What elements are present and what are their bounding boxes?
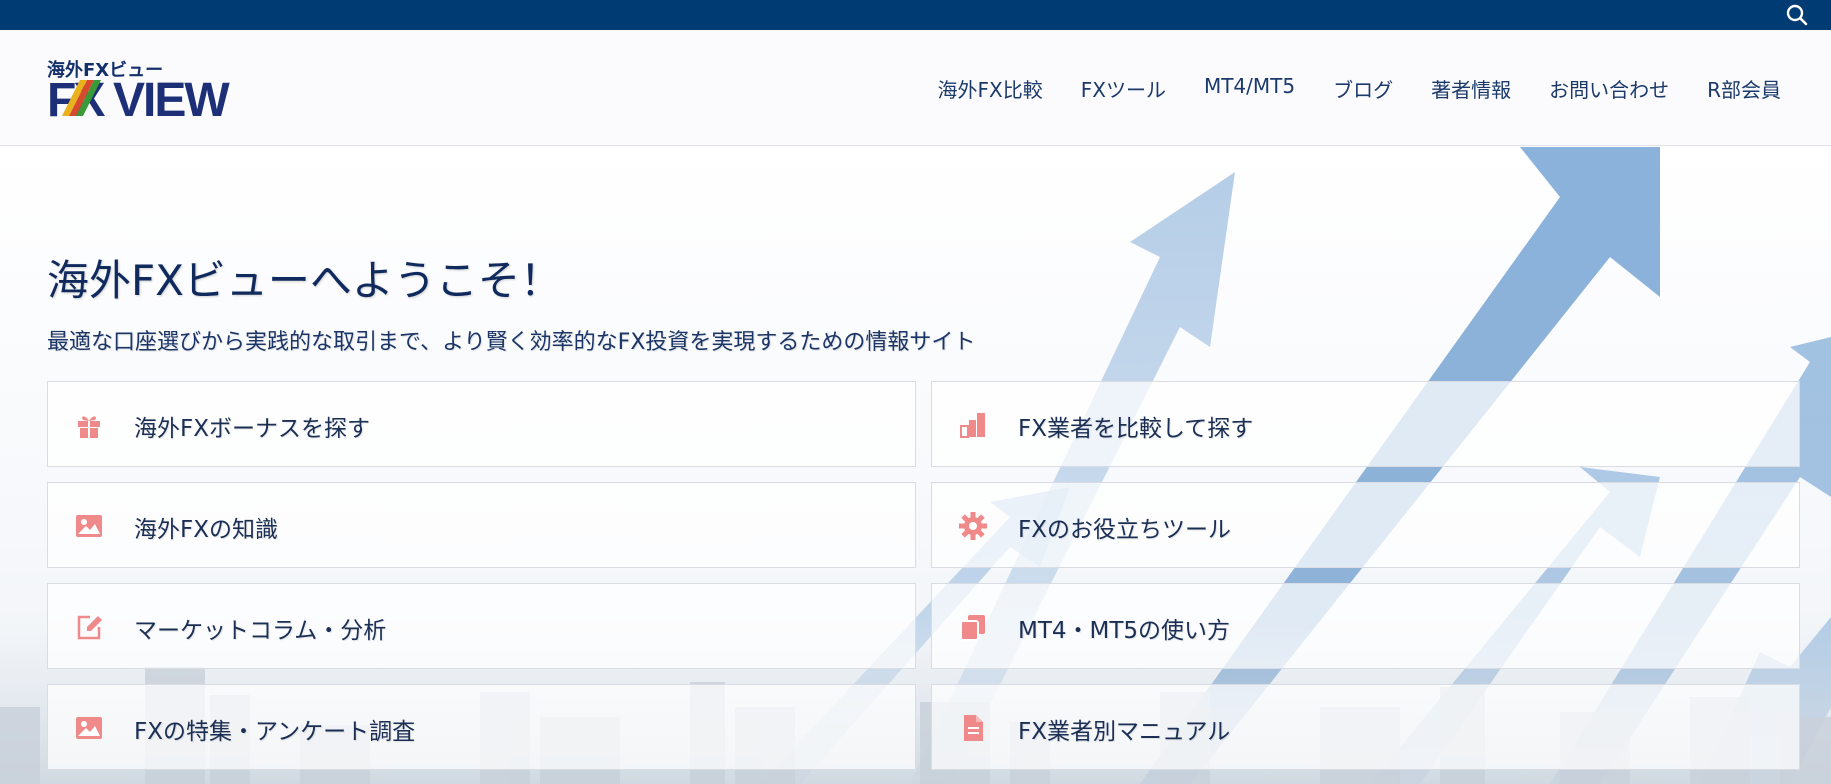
nav-item-overseas-fx-compare[interactable]: 海外FX比較 — [938, 74, 1043, 103]
image-icon — [76, 717, 102, 739]
document-icon — [964, 715, 983, 741]
bar-chart-icon — [960, 413, 985, 438]
menu-card-label: FXのお役立ちツール — [1018, 517, 1231, 543]
image-icon — [76, 515, 102, 537]
menu-card-label: マーケットコラム・分析 — [134, 618, 387, 644]
menu-card-broker-manual[interactable]: FX業者別マニュアル — [931, 684, 1800, 770]
menu-card-label: FXの特集・アンケート調査 — [134, 719, 416, 745]
menu-card-features-survey[interactable]: FXの特集・アンケート調査 — [47, 684, 916, 770]
search-icon[interactable] — [1785, 3, 1809, 27]
nav-item-mt4-mt5[interactable]: MT4/MT5 — [1204, 74, 1295, 103]
menu-card-label: MT4・MT5の使い方 — [1018, 618, 1231, 644]
menu-card-label: FX業者別マニュアル — [1018, 719, 1231, 745]
gift-icon — [78, 416, 100, 438]
hero-section: 海外FXビューへようこそ！ 最適な口座選びから実践的な取引まで、より賢く効率的な… — [0, 147, 1831, 784]
menu-card-market-column[interactable]: マーケットコラム・分析 — [47, 583, 916, 669]
svg-text:VIEW: VIEW — [113, 74, 230, 120]
menu-card-mt4-mt5[interactable]: MT4・MT5の使い方 — [931, 583, 1800, 669]
menu-card-knowledge[interactable]: 海外FXの知識 — [47, 482, 916, 568]
menu-card-bonus[interactable]: 海外FXボーナスを探す — [47, 381, 916, 467]
hero-title: 海外FXビューへようこそ！ — [47, 256, 562, 305]
nav-item-members[interactable]: R部会員 — [1707, 74, 1781, 103]
logo-mark: FX VIEW — [47, 74, 232, 120]
gear-icon — [959, 512, 987, 540]
menu-card-tools[interactable]: FXのお役立ちツール — [931, 482, 1800, 568]
copy-icon — [960, 615, 985, 641]
nav-item-blog[interactable]: ブログ — [1333, 74, 1393, 103]
site-logo[interactable]: 海外FXビュー FX VIEW — [47, 56, 237, 122]
top-bar — [0, 0, 1831, 30]
menu-card-label: FX業者を比較して探す — [1018, 416, 1254, 442]
menu-card-label: 海外FXボーナスを探す — [134, 416, 370, 442]
site-header: 海外FXビュー FX VIEW 海外FX比較 FXツール MT4/MT5 ブログ… — [0, 30, 1831, 146]
nav-item-fx-tools[interactable]: FXツール — [1081, 74, 1166, 103]
nav-item-contact[interactable]: お問い合わせ — [1549, 74, 1669, 103]
menu-card-label: 海外FXの知識 — [134, 517, 278, 543]
hero-subtitle: 最適な口座選びから実践的な取引まで、より賢く効率的なFX投資を実現するための情報… — [47, 330, 976, 355]
main-nav: 海外FX比較 FXツール MT4/MT5 ブログ 著者情報 お問い合わせ R部会… — [900, 74, 1781, 103]
nav-item-author[interactable]: 著者情報 — [1431, 74, 1511, 103]
menu-card-compare[interactable]: FX業者を比較して探す — [931, 381, 1800, 467]
edit-icon — [77, 615, 102, 640]
